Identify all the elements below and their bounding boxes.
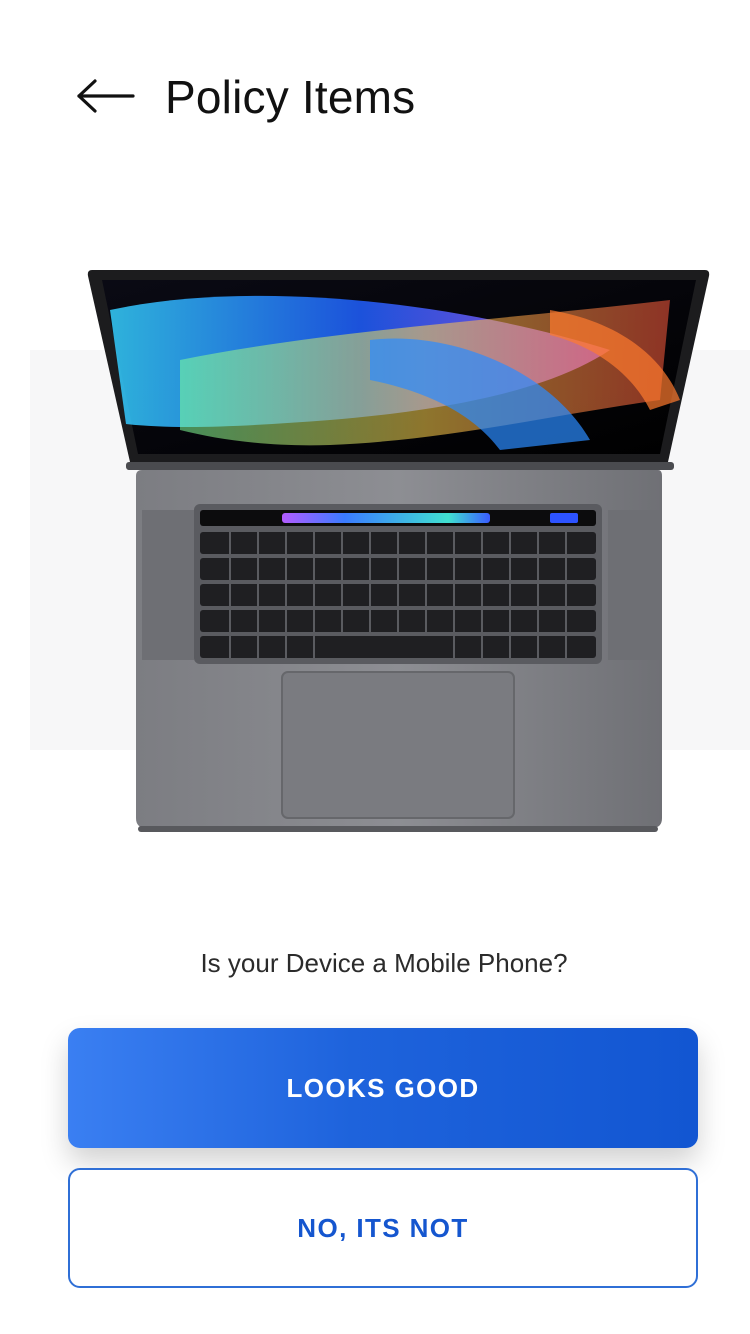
arrow-left-icon xyxy=(77,79,135,113)
no-its-not-button[interactable]: NO, ITS NOT xyxy=(68,1168,698,1288)
back-button[interactable] xyxy=(70,66,142,126)
device-image xyxy=(30,240,750,860)
page-title: Policy Items xyxy=(165,71,416,123)
device-question: Is your Device a Mobile Phone? xyxy=(200,948,568,978)
looks-good-button[interactable]: LOOKS GOOD xyxy=(68,1028,698,1148)
app-header: Policy Items xyxy=(0,0,750,200)
